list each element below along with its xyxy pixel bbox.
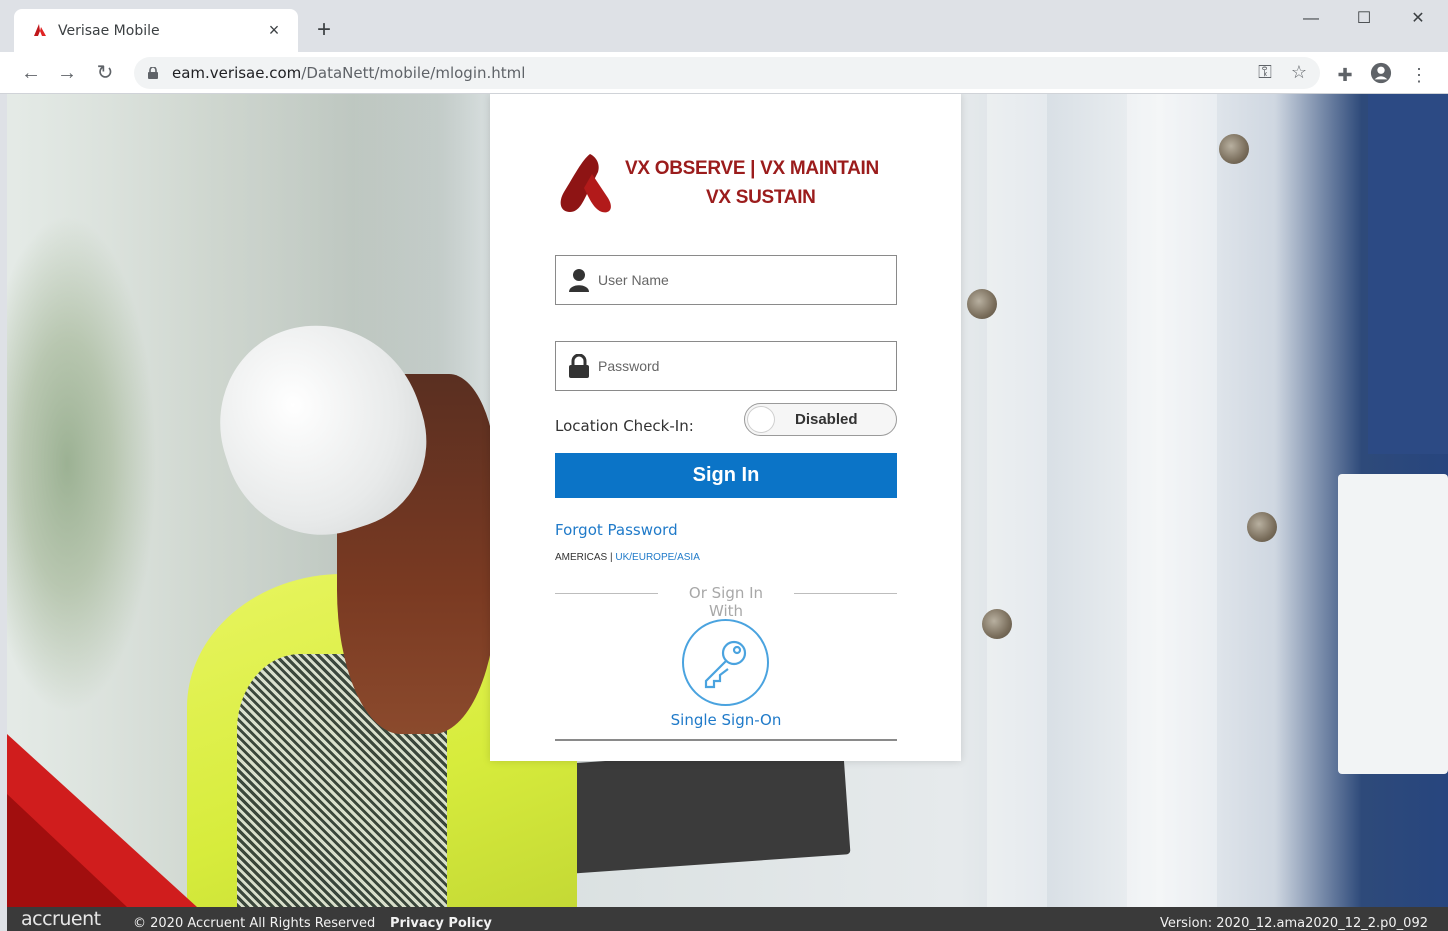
background-white-box: [1338, 474, 1448, 774]
version-text: Version: 2020_12.ama2020_12_2.p0_092: [1159, 916, 1428, 931]
password-key-icon[interactable]: ⚿: [1254, 62, 1276, 83]
sso-divider: [555, 739, 897, 741]
toggle-state-text: Disabled: [795, 411, 858, 428]
background-blue-panel: [1368, 94, 1448, 454]
profile-avatar-icon[interactable]: [1370, 62, 1392, 84]
accruent-logo: accruent: [21, 908, 101, 930]
single-sign-on-link[interactable]: Single Sign-On: [640, 711, 812, 729]
brand-corner-accent: [7, 794, 127, 907]
or-sign-in-with-text: Or Sign In With: [688, 584, 764, 620]
location-checkin-toggle[interactable]: Disabled: [744, 403, 897, 436]
key-icon: [704, 640, 747, 689]
address-bar[interactable]: eam.verisae.com/DataNett/mobile/mlogin.h…: [134, 57, 1320, 89]
toggle-knob: [747, 406, 775, 433]
maximize-button[interactable]: ☐: [1341, 6, 1387, 34]
browser-toolbar: ← → ↻ eam.verisae.com/DataNett/mobile/ml…: [0, 52, 1448, 94]
background-foliage: [7, 214, 157, 714]
extensions-icon[interactable]: ✚: [1334, 65, 1356, 87]
menu-kebab-icon[interactable]: ⋮: [1408, 65, 1430, 87]
padlock-icon: [569, 354, 589, 378]
background-bolt: [982, 609, 1012, 639]
vx-logo-icon: [560, 154, 611, 213]
background-laptop: [563, 744, 851, 874]
background-bolt: [1219, 134, 1249, 164]
page-viewport: VX OBSERVE | VX MAINTAIN VX SUSTAIN User…: [7, 94, 1448, 907]
new-tab-button[interactable]: +: [310, 16, 338, 44]
forgot-password-link[interactable]: Forgot Password: [555, 521, 678, 539]
privacy-policy-link[interactable]: Privacy Policy: [390, 916, 492, 931]
lock-icon: [148, 67, 158, 79]
background-container-panel: [987, 94, 1047, 907]
divider-left: [555, 593, 658, 594]
browser-tab[interactable]: Verisae Mobile ×: [14, 9, 298, 52]
page-footer: accruent © 2020 Accruent All Rights Rese…: [7, 907, 1448, 931]
password-field[interactable]: Password: [555, 341, 897, 391]
password-placeholder: Password: [598, 358, 660, 374]
tab-close-icon[interactable]: ×: [262, 20, 286, 41]
background-bolt: [967, 289, 997, 319]
copyright-text: © 2020 Accruent All Rights Reserved: [133, 916, 376, 931]
brand-header: VX OBSERVE | VX MAINTAIN VX SUSTAIN: [554, 152, 914, 216]
divider-right: [794, 593, 897, 594]
region-current: AMERICAS |: [555, 552, 616, 563]
forward-icon[interactable]: →: [54, 60, 80, 86]
browser-tab-bar: Verisae Mobile × + — ☐ ✕: [0, 0, 1448, 52]
bookmark-star-icon[interactable]: ☆: [1288, 62, 1310, 83]
username-placeholder: User Name: [598, 272, 669, 288]
close-window-button[interactable]: ✕: [1395, 6, 1441, 34]
brand-sustain-line: VX SUSTAIN: [706, 187, 816, 208]
login-card: VX OBSERVE | VX MAINTAIN VX SUSTAIN User…: [490, 94, 961, 761]
username-field[interactable]: User Name: [555, 255, 897, 305]
sso-button[interactable]: [682, 619, 769, 706]
reload-icon[interactable]: ↻: [92, 60, 118, 86]
url-text: eam.verisae.com/DataNett/mobile/mlogin.h…: [172, 64, 526, 82]
user-icon: [569, 269, 589, 292]
minimize-button[interactable]: —: [1288, 6, 1334, 34]
background-bolt: [1247, 512, 1277, 542]
background-container-panel: [1127, 94, 1217, 907]
brand-products-line: VX OBSERVE | VX MAINTAIN: [625, 158, 879, 179]
tab-title: Verisae Mobile: [58, 22, 160, 39]
back-icon[interactable]: ←: [18, 60, 44, 86]
region-uk-europe-asia-link[interactable]: UK/EUROPE/ASIA: [615, 552, 699, 563]
verisae-logo-icon: [34, 23, 46, 36]
region-selector: AMERICAS | UK/EUROPE/ASIA: [555, 552, 700, 563]
location-checkin-label: Location Check-In:: [555, 417, 694, 435]
sign-in-button[interactable]: Sign In: [555, 453, 897, 498]
